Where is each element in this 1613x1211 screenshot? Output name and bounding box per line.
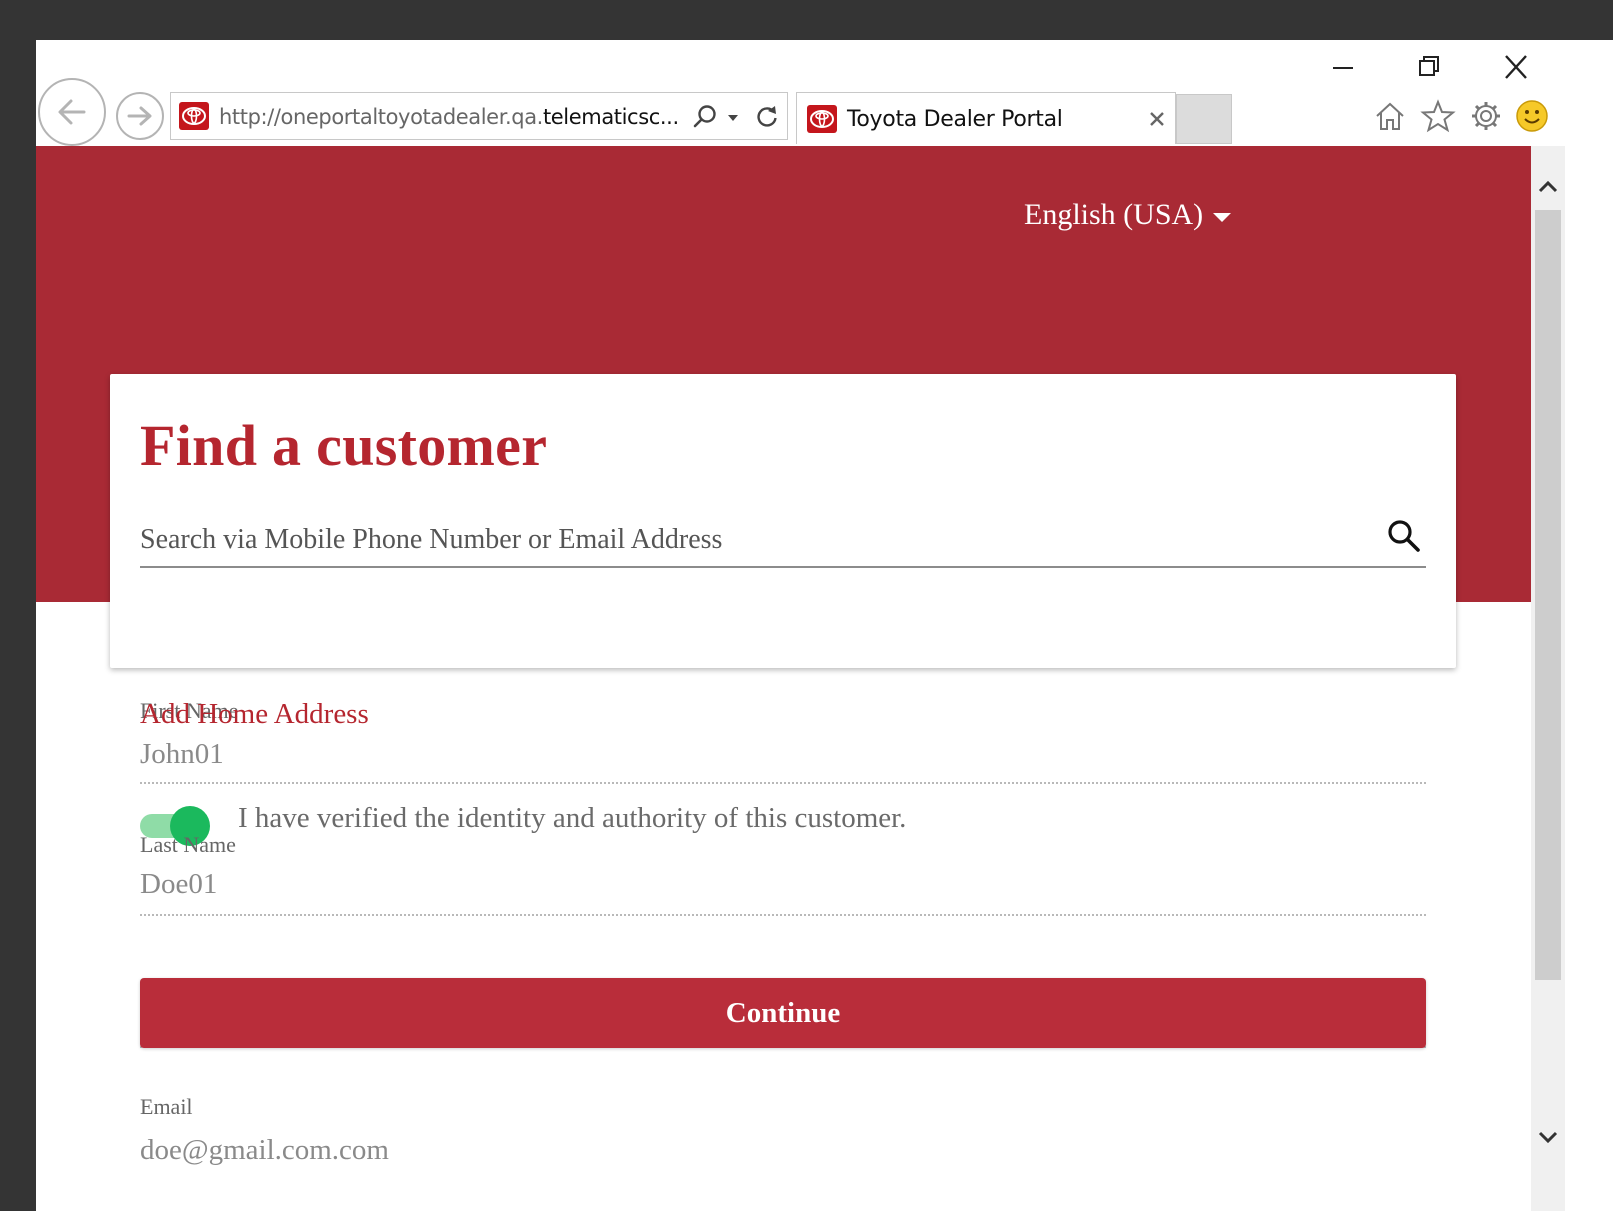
dropdown-icon[interactable]: [725, 103, 741, 131]
gear-icon[interactable]: [1468, 98, 1504, 134]
tab-title: Toyota Dealer Portal: [847, 107, 1063, 132]
toyota-favicon-icon: [807, 105, 837, 133]
first-name-field[interactable]: [140, 734, 1426, 774]
url-host: telematicsc...: [542, 105, 679, 129]
forward-button[interactable]: [116, 92, 164, 140]
minimize-button[interactable]: [1323, 52, 1363, 82]
divider: [140, 782, 1426, 784]
caret-down-icon: [1213, 212, 1232, 222]
vertical-scrollbar[interactable]: [1531, 146, 1565, 1211]
browser-chrome: http://oneportaltoyotadealer.qa.telemati…: [36, 40, 1613, 146]
new-tab-button[interactable]: [1176, 94, 1232, 144]
search-field: [140, 514, 1426, 568]
tab-toyota-dealer-portal[interactable]: Toyota Dealer Portal: [796, 92, 1176, 144]
url-prefix: http://oneportaltoyotadealer.qa.: [219, 105, 543, 129]
search-icon[interactable]: [1384, 516, 1424, 556]
star-icon[interactable]: [1420, 98, 1456, 134]
url-text[interactable]: http://oneportaltoyotadealer.qa.telemati…: [219, 105, 681, 129]
last-name-label: Last Name: [140, 832, 236, 857]
page-title: Find a customer: [140, 413, 548, 478]
refresh-icon[interactable]: [753, 103, 781, 131]
email-field[interactable]: [140, 1130, 1426, 1170]
email-label: Email: [140, 1094, 193, 1119]
divider: [140, 914, 1426, 916]
language-label: English (USA): [1024, 198, 1204, 231]
back-arrow-icon: [58, 99, 86, 125]
search-input[interactable]: [140, 514, 1360, 566]
search-icon[interactable]: [691, 103, 719, 131]
browser-window: http://oneportaltoyotadealer.qa.telemati…: [36, 40, 1613, 1211]
address-bar[interactable]: http://oneportaltoyotadealer.qa.telemati…: [170, 92, 788, 140]
page-viewport: English (USA) Find a customer First Name…: [36, 146, 1531, 1211]
find-customer-card: Find a customer: [110, 374, 1456, 668]
back-button[interactable]: [38, 78, 106, 146]
restore-button[interactable]: [1408, 52, 1448, 82]
window-close-button[interactable]: [1496, 52, 1536, 82]
restore-icon: [1419, 56, 1439, 76]
chevron-up-icon[interactable]: [1535, 172, 1561, 202]
continue-button[interactable]: Continue: [140, 978, 1426, 1048]
home-icon[interactable]: [1372, 98, 1408, 134]
last-name-field[interactable]: [140, 864, 1426, 904]
scrollbar-thumb[interactable]: [1535, 210, 1561, 980]
close-icon: [1505, 55, 1527, 79]
close-icon[interactable]: [1147, 109, 1167, 129]
forward-arrow-icon: [127, 106, 152, 126]
add-home-address-link[interactable]: Add Home Address: [140, 698, 369, 731]
smiley-icon[interactable]: [1514, 98, 1550, 134]
chevron-down-icon[interactable]: [1535, 1122, 1561, 1152]
verify-identity-label: I have verified the identity and authori…: [238, 802, 907, 834]
language-selector[interactable]: English (USA): [1024, 198, 1232, 232]
toyota-favicon-icon: [179, 102, 209, 130]
